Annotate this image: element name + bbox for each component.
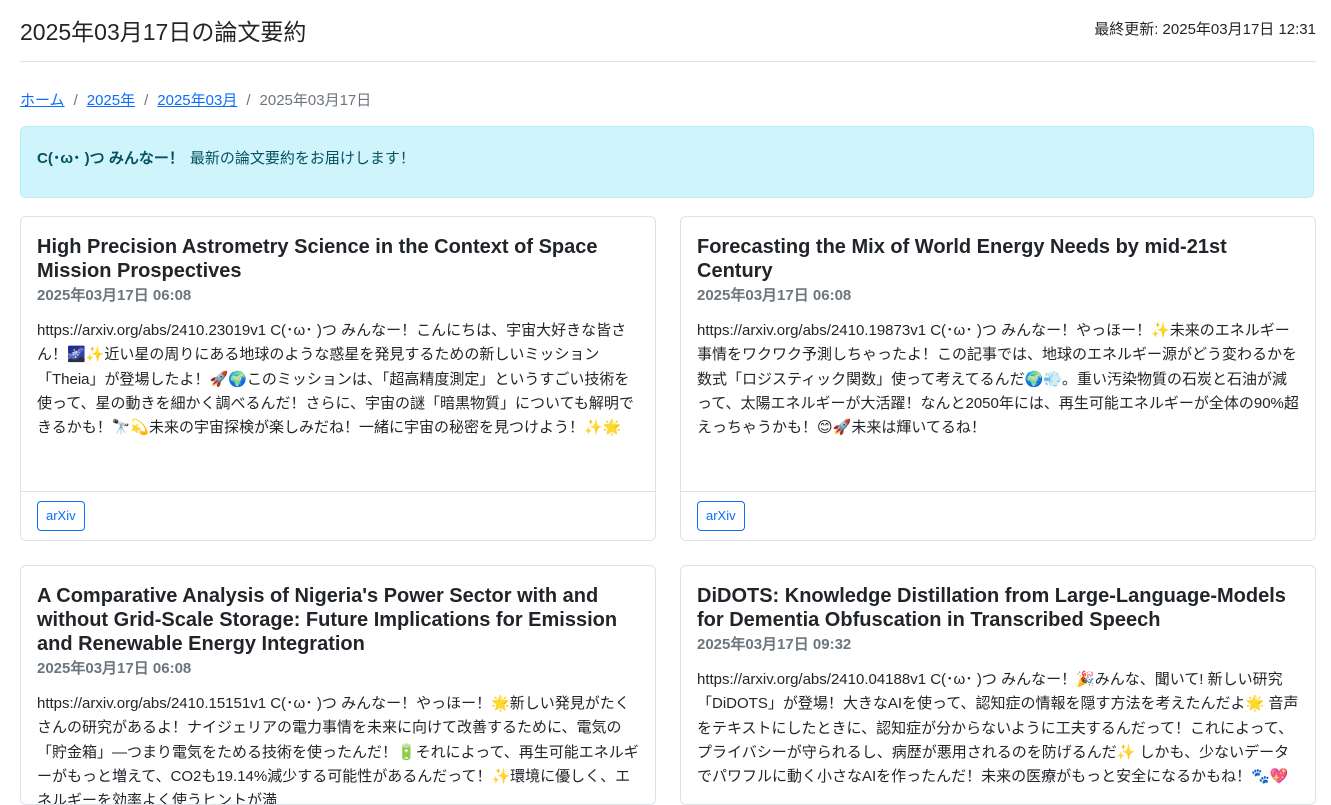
breadcrumb-separator: / xyxy=(144,92,149,109)
card-footer: arXiv xyxy=(21,491,655,540)
paper-date: 2025年03月17日 06:08 xyxy=(697,287,852,304)
paper-date: 2025年03月17日 06:08 xyxy=(37,660,192,677)
alert-greeting: C(･ω･ )つ みんなー！ xyxy=(37,150,184,167)
paper-summary: https://arxiv.org/abs/2410.19873v1 C(･ω･… xyxy=(697,322,1299,437)
paper-summary: https://arxiv.org/abs/2410.23019v1 C(･ω･… xyxy=(37,322,634,437)
paper-card: A Comparative Analysis of Nigeria's Powe… xyxy=(20,565,656,805)
paper-date: 2025年03月17日 06:08 xyxy=(37,287,192,304)
last-updated: 最終更新: 2025年03月17日 12:31 xyxy=(1094,21,1316,38)
info-alert: C(･ω･ )つ みんなー！ 最新の論文要約をお届けします！ xyxy=(20,126,1314,198)
breadcrumb-year-link[interactable]: 2025年 xyxy=(87,92,135,109)
paper-card: DiDOTS: Knowledge Distillation from Larg… xyxy=(680,565,1316,805)
paper-title: Forecasting the Mix of World Energy Need… xyxy=(697,236,1227,282)
paper-card: High Precision Astrometry Science in the… xyxy=(20,216,656,541)
breadcrumb-separator: / xyxy=(246,92,251,109)
page-title: 2025年03月17日の論文要約 xyxy=(20,19,307,45)
paper-title: High Precision Astrometry Science in the… xyxy=(37,236,598,282)
paper-date: 2025年03月17日 09:32 xyxy=(697,636,852,653)
arxiv-tag-button[interactable]: arXiv xyxy=(37,501,85,531)
arxiv-tag-button[interactable]: arXiv xyxy=(697,501,745,531)
card-footer: arXiv xyxy=(681,491,1315,540)
breadcrumb-month-link[interactable]: 2025年03月 xyxy=(157,92,237,109)
page-header: 2025年03月17日の論文要約 最終更新: 2025年03月17日 12:31 xyxy=(20,0,1316,62)
paper-title: A Comparative Analysis of Nigeria's Powe… xyxy=(37,585,618,655)
alert-message: 最新の論文要約をお届けします！ xyxy=(189,150,415,167)
paper-title: DiDOTS: Knowledge Distillation from Larg… xyxy=(697,585,1286,631)
breadcrumb-separator: / xyxy=(73,92,78,109)
breadcrumb: ホーム / 2025年 / 2025年03月 / 2025年03月17日 xyxy=(20,89,371,110)
breadcrumb-home-link[interactable]: ホーム xyxy=(20,92,65,109)
page-container: 2025年03月17日の論文要約 最終更新: 2025年03月17日 12:31… xyxy=(20,0,1316,805)
paper-summary: https://arxiv.org/abs/2410.04188v1 C(･ω･… xyxy=(697,671,1299,786)
breadcrumb-current: 2025年03月17日 xyxy=(259,92,372,109)
paper-card: Forecasting the Mix of World Energy Need… xyxy=(680,216,1316,541)
paper-summary: https://arxiv.org/abs/2410.15151v1 C(･ω･… xyxy=(37,695,639,805)
